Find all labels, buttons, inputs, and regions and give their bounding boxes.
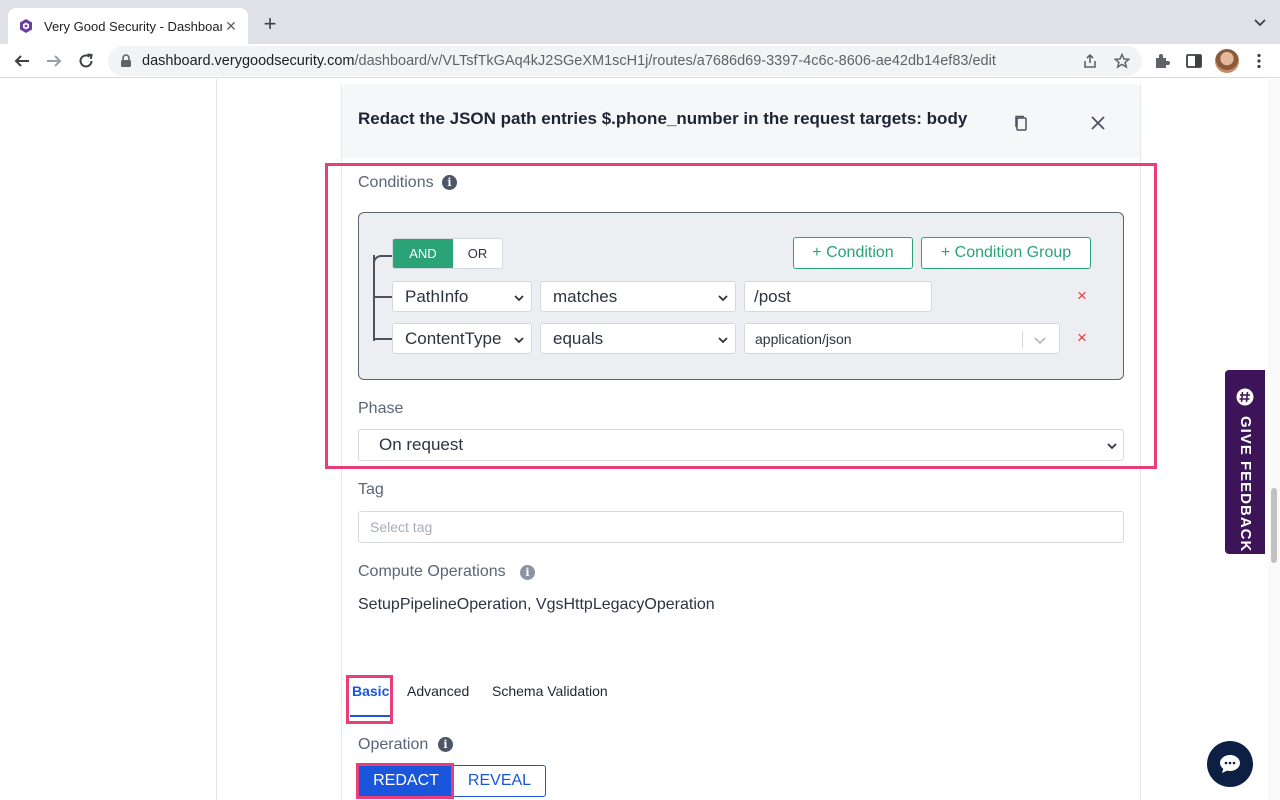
browser-toolbar: dashboard.verygoodsecurity.com/dashboard…	[0, 44, 1280, 78]
operation-label: Operation	[358, 736, 429, 753]
side-panel-icon[interactable]	[1185, 52, 1203, 70]
tab-title: Very Good Security - Dashboard	[44, 18, 222, 34]
tree-connector-vertical	[373, 255, 375, 341]
url-host: dashboard.verygoodsecurity.com	[142, 53, 355, 69]
tag-select[interactable]: Select tag	[358, 511, 1124, 543]
tab-basic[interactable]: Basic	[352, 683, 389, 699]
phase-label: Phase	[358, 400, 404, 417]
copy-icon[interactable]	[1012, 114, 1030, 132]
add-condition-button[interactable]: + Condition	[793, 237, 913, 269]
profile-avatar[interactable]	[1215, 49, 1239, 73]
browser-tab-strip: Very Good Security - Dashboard ✕ +	[0, 0, 1280, 44]
address-bar[interactable]: dashboard.verygoodsecurity.com/dashboard…	[108, 46, 1142, 76]
tab-close-icon[interactable]: ✕	[222, 17, 240, 35]
and-toggle-button[interactable]: AND	[393, 239, 453, 268]
condition-field-select[interactable]: ContentType	[392, 323, 532, 354]
conditions-info-icon[interactable]: i	[442, 175, 457, 190]
url-path: /dashboard/v/VLTsfTkGAq4kJ2SGeXM1scH1j/r…	[354, 53, 996, 69]
share-icon[interactable]	[1082, 53, 1098, 69]
tree-connector-row-2	[373, 338, 392, 340]
reload-icon[interactable]	[75, 50, 97, 72]
feedback-hash-icon	[1236, 388, 1254, 406]
browser-tab[interactable]: Very Good Security - Dashboard ✕	[8, 8, 248, 44]
condition-operator-select[interactable]: matches	[540, 281, 736, 312]
panel-title: Redact the JSON path entries $.phone_num…	[358, 109, 968, 128]
chevron-down-icon	[718, 295, 728, 302]
scrollbar-thumb[interactable]	[1271, 488, 1277, 563]
back-arrow-icon[interactable]	[11, 50, 33, 72]
condition-operator-select[interactable]: equals	[540, 323, 736, 354]
kebab-menu-icon[interactable]	[1250, 52, 1268, 70]
logic-toggle: AND OR	[392, 238, 503, 269]
phase-value: On request	[379, 435, 464, 454]
tab-advanced[interactable]: Advanced	[407, 683, 469, 699]
condition-field-value: PathInfo	[405, 286, 469, 306]
compute-operations-value: SetupPipelineOperation, VgsHttpLegacyOpe…	[358, 596, 715, 613]
chevron-down-icon	[514, 337, 524, 344]
content-type-combobox[interactable]: application/json	[744, 323, 1060, 354]
vgs-logo-icon	[18, 18, 34, 34]
sidebar-divider	[216, 79, 217, 800]
chat-bubble-icon	[1220, 755, 1240, 773]
remove-condition-icon[interactable]: ×	[1075, 286, 1089, 305]
chat-launcher-button[interactable]	[1207, 741, 1253, 787]
chevron-down-icon[interactable]	[1033, 333, 1047, 347]
reveal-button[interactable]: REVEAL	[453, 765, 546, 797]
operation-info-icon[interactable]: i	[438, 737, 453, 752]
compute-info-icon[interactable]: i	[520, 565, 535, 580]
tab-schema-validation[interactable]: Schema Validation	[492, 683, 608, 699]
close-icon[interactable]	[1089, 114, 1107, 132]
chevron-down-icon	[514, 295, 524, 302]
condition-value-input[interactable]: /post	[744, 281, 932, 312]
tree-connector-top	[373, 255, 392, 269]
new-tab-button[interactable]: +	[258, 11, 282, 36]
condition-field-select[interactable]: PathInfo	[392, 281, 532, 312]
add-condition-group-button[interactable]: + Condition Group	[921, 237, 1091, 269]
tab-search-chevron-icon[interactable]	[1252, 14, 1268, 30]
tab-basic-underline	[350, 715, 390, 717]
content-type-value: application/json	[755, 330, 852, 347]
condition-operator-value: matches	[553, 286, 618, 306]
lock-icon	[121, 54, 131, 67]
condition-operator-value: equals	[553, 328, 604, 348]
conditions-label: Conditions	[358, 174, 434, 191]
chevron-down-icon	[1107, 443, 1117, 450]
scrollbar-track[interactable]	[1268, 79, 1280, 800]
chevron-down-icon	[718, 337, 728, 344]
tree-connector-row-1	[373, 296, 392, 298]
remove-condition-icon[interactable]: ×	[1075, 328, 1089, 347]
combobox-divider	[1022, 331, 1023, 348]
compute-operations-label: Compute Operations	[358, 563, 506, 580]
phase-select[interactable]: On request	[358, 429, 1124, 461]
bookmark-star-icon[interactable]	[1114, 53, 1130, 69]
condition-field-value: ContentType	[405, 328, 502, 348]
forward-arrow-icon[interactable]	[43, 50, 65, 72]
annotation-highlight-redact	[356, 763, 454, 799]
give-feedback-label: GIVE FEEDBACK	[1237, 416, 1255, 553]
extensions-puzzle-icon[interactable]	[1153, 52, 1171, 70]
page-content: Redact the JSON path entries $.phone_num…	[0, 79, 1280, 800]
or-toggle-button[interactable]: OR	[453, 239, 502, 268]
tag-label: Tag	[358, 481, 384, 498]
